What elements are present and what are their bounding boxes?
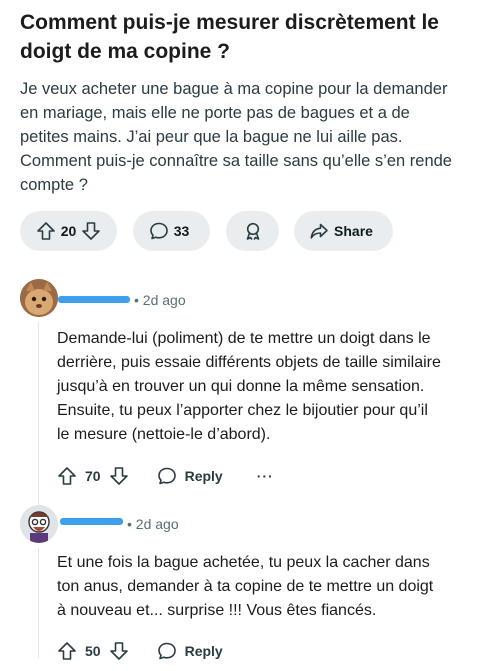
downvote-icon[interactable] [81, 221, 101, 241]
downvote-icon[interactable] [109, 466, 129, 486]
post-body-line: petites mains. J’ai peur que la bague ne… [20, 128, 403, 146]
reply-bubble-icon [157, 641, 177, 661]
comment-timestamp: 2d ago [142, 292, 186, 308]
post-body-line: Je veux acheter une bague à ma copine po… [20, 80, 448, 98]
redacted-username [58, 296, 130, 303]
award-button[interactable] [226, 211, 279, 251]
comment-line: ton anus, demander à ta copine de te met… [57, 578, 434, 595]
reply-label: Reply [184, 643, 223, 659]
reply-button[interactable]: Reply [157, 641, 223, 661]
post-body-line: en mariage, mais elle ne porte pas de ba… [20, 104, 410, 122]
more-options-button[interactable]: ··· [257, 468, 274, 484]
post-vote-count: 20 [60, 223, 77, 239]
comment-body: Demande-lui (poliment) de te mettre un d… [57, 327, 487, 447]
comment-timestamp: 2d ago [135, 516, 179, 532]
comment-bubble-icon [149, 221, 169, 241]
comment-actions: 70 Reply ··· [57, 464, 274, 488]
post-title: Comment puis-je mesurer discrètement le … [20, 8, 480, 66]
comment-body: Et une fois la bague achetée, tu peux la… [57, 551, 487, 623]
comments-button[interactable]: 33 [133, 211, 210, 251]
meta-dot: • [127, 516, 132, 532]
comment-line: à nouveau et... surprise !!! Vous êtes f… [57, 602, 377, 619]
comment-line: Ensuite, tu peux l’apporter chez le bijo… [57, 402, 428, 419]
share-label: Share [334, 223, 373, 239]
reply-bubble-icon [157, 466, 177, 486]
thread-line[interactable] [38, 548, 39, 658]
reply-button[interactable]: Reply [157, 466, 223, 486]
post-comment-count: 33 [173, 223, 190, 239]
post-body: Je veux acheter une bague à ma copine po… [20, 77, 490, 197]
comment-vote-count: 50 [85, 643, 101, 659]
comment-line: jusqu’à en trouver un qui donne la même … [57, 378, 425, 395]
comment-age: • 2d ago [127, 516, 179, 532]
avatar[interactable] [20, 279, 58, 317]
reply-label: Reply [184, 468, 223, 484]
upvote-icon[interactable] [57, 641, 77, 661]
post-title-line: doigt de ma copine ? [20, 40, 231, 63]
upvote-icon[interactable] [36, 221, 56, 241]
avatar[interactable] [20, 505, 58, 543]
award-icon [243, 221, 263, 241]
share-arrow-icon [309, 221, 329, 241]
thread-line[interactable] [38, 322, 39, 512]
comment-actions: 50 Reply [57, 639, 223, 663]
share-button[interactable]: Share [294, 211, 393, 251]
meta-dot: • [134, 292, 139, 308]
comment-age: • 2d ago [134, 292, 186, 308]
comment-line: derrière, puis essaie différents objets … [57, 354, 441, 371]
post-body-line: Comment puis-je connaître sa taille sans… [20, 152, 452, 170]
comment-line: le mesure (nettoie-le d’abord). [57, 426, 271, 443]
downvote-icon[interactable] [109, 641, 129, 661]
post-body-line: compte ? [20, 176, 88, 194]
comment-line: Demande-lui (poliment) de te mettre un d… [57, 330, 431, 347]
comment-vote-count: 70 [85, 468, 101, 484]
post-title-line: Comment puis-je mesurer discrètement le [20, 11, 439, 34]
redacted-username [60, 518, 123, 525]
comment-line: Et une fois la bague achetée, tu peux la… [57, 554, 430, 571]
upvote-icon[interactable] [57, 466, 77, 486]
vote-pill: 20 [20, 211, 117, 251]
